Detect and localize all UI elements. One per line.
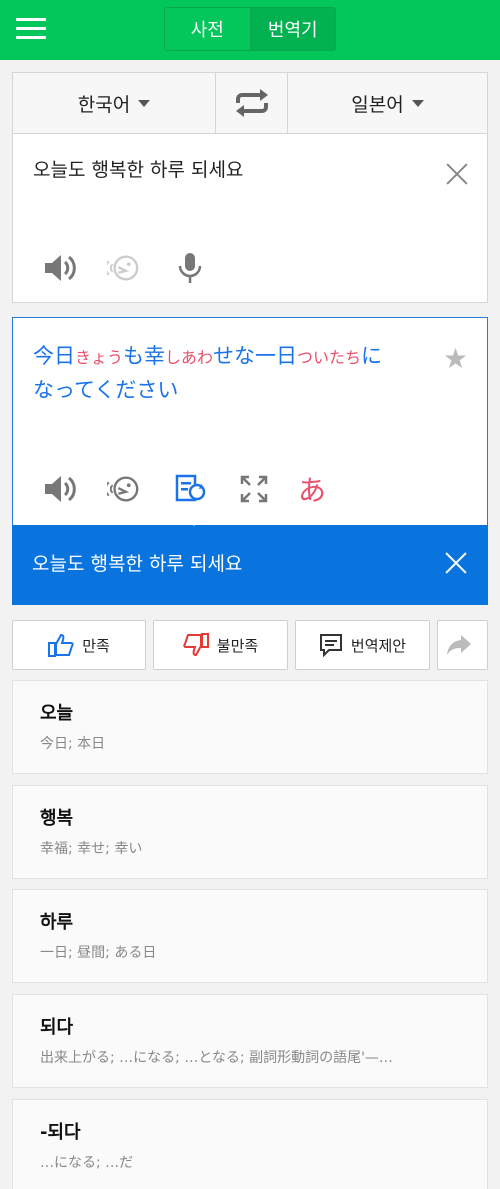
swap-icon <box>235 89 268 117</box>
word-headword: -되다 <box>40 1122 81 1143</box>
word-item[interactable]: -되다 …になる; …だ <box>12 1099 488 1189</box>
clear-source-icon[interactable] <box>445 162 469 186</box>
reverse-translation-text: 오늘도 행복한 하루 되세요 <box>32 553 243 575</box>
word-headword: 하루 <box>40 912 74 933</box>
result-kana: も <box>123 344 145 368</box>
chevron-down-icon <box>411 99 424 107</box>
result-kanji: 今日 <box>33 344 75 368</box>
word-headword: 행복 <box>40 808 74 829</box>
reverse-translation-banner: 오늘도 행복한 하루 되세요 <box>12 515 488 605</box>
source-language-label: 한국어 <box>77 93 131 116</box>
swap-languages-button[interactable] <box>216 73 288 133</box>
star-icon[interactable]: ★ <box>443 342 468 375</box>
result-furigana: しあわ <box>165 348 214 367</box>
fullscreen-icon[interactable] <box>237 472 271 506</box>
source-text-input[interactable]: 오늘도 행복한 하루 되세요 <box>33 155 243 182</box>
thumbs-down-icon <box>183 633 209 657</box>
source-language-select[interactable]: 한국어 <box>13 73 216 133</box>
language-selector-row: 한국어 일본어 <box>13 73 487 134</box>
result-kanji: 幸 <box>144 344 166 368</box>
word-definition: 一日; 昼間; ある日 <box>40 945 157 961</box>
word-item[interactable]: 하루 一日; 昼間; ある日 <box>12 889 488 983</box>
microphone-icon[interactable] <box>173 251 207 285</box>
pointer-triangle <box>183 515 205 526</box>
chevron-down-icon <box>138 99 151 107</box>
share-icon <box>446 635 471 655</box>
word-item[interactable]: 오늘 今日; 本日 <box>12 680 488 774</box>
translation-result[interactable]: 今日きょうも幸しあわせな一日ついたちになってください <box>33 340 433 407</box>
tab-dictionary[interactable]: 사전 <box>165 8 251 50</box>
result-kana: に <box>361 344 383 368</box>
hiragana-toggle-icon[interactable]: あ <box>295 472 329 507</box>
target-language-label: 일본어 <box>351 93 404 116</box>
result-kana: なってください <box>33 378 179 402</box>
word-definition: 今日; 本日 <box>40 736 106 752</box>
read-aloud-icon[interactable] <box>107 251 141 285</box>
dislike-button[interactable]: 불만족 <box>153 620 288 670</box>
suggest-label: 번역제안 <box>350 636 407 655</box>
word-definition: 幸福; 幸せ; 幸い <box>40 841 143 857</box>
word-headword: 되다 <box>40 1017 74 1038</box>
result-furigana: きょう <box>75 348 124 367</box>
dislike-label: 불만족 <box>216 636 259 655</box>
word-headword: 오늘 <box>40 703 74 724</box>
hiragana-glyph: あ <box>297 474 326 507</box>
word-item[interactable]: 되다 出来上がる; …になる; …となる; 副詞形動詞の語尾'—… <box>12 994 488 1088</box>
reverse-translate-icon[interactable] <box>173 472 207 506</box>
read-aloud-icon[interactable] <box>107 472 141 506</box>
target-language-select[interactable]: 일본어 <box>288 73 487 133</box>
like-button[interactable]: 만족 <box>12 620 146 670</box>
tab-translator[interactable]: 번역기 <box>250 8 335 50</box>
suggest-translation-button[interactable]: 번역제안 <box>295 620 430 670</box>
speaker-icon[interactable] <box>43 472 77 506</box>
thumbs-up-icon <box>48 633 74 657</box>
result-kana: せな <box>213 344 256 368</box>
app-header: 사전 번역기 <box>0 0 500 60</box>
source-panel: 한국어 일본어 오늘도 행복한 하루 되세요 <box>12 72 488 303</box>
menu-icon[interactable] <box>16 16 46 42</box>
result-furigana: ついたち <box>297 348 362 367</box>
comment-icon <box>319 634 342 657</box>
like-label: 만족 <box>82 636 110 655</box>
word-definition: 出来上がる; …になる; …となる; 副詞形動詞の語尾'—… <box>40 1050 393 1066</box>
speaker-icon[interactable] <box>43 251 77 285</box>
result-panel: 今日きょうも幸しあわせな一日ついたちになってください ★ あ <box>12 317 488 525</box>
word-definition: …になる; …だ <box>40 1155 134 1171</box>
close-banner-icon[interactable] <box>444 551 468 575</box>
word-item[interactable]: 행복 幸福; 幸せ; 幸い <box>12 785 488 879</box>
mode-switch: 사전 번역기 <box>164 7 336 51</box>
share-button[interactable] <box>437 620 488 670</box>
result-kanji: 一日 <box>255 344 298 368</box>
